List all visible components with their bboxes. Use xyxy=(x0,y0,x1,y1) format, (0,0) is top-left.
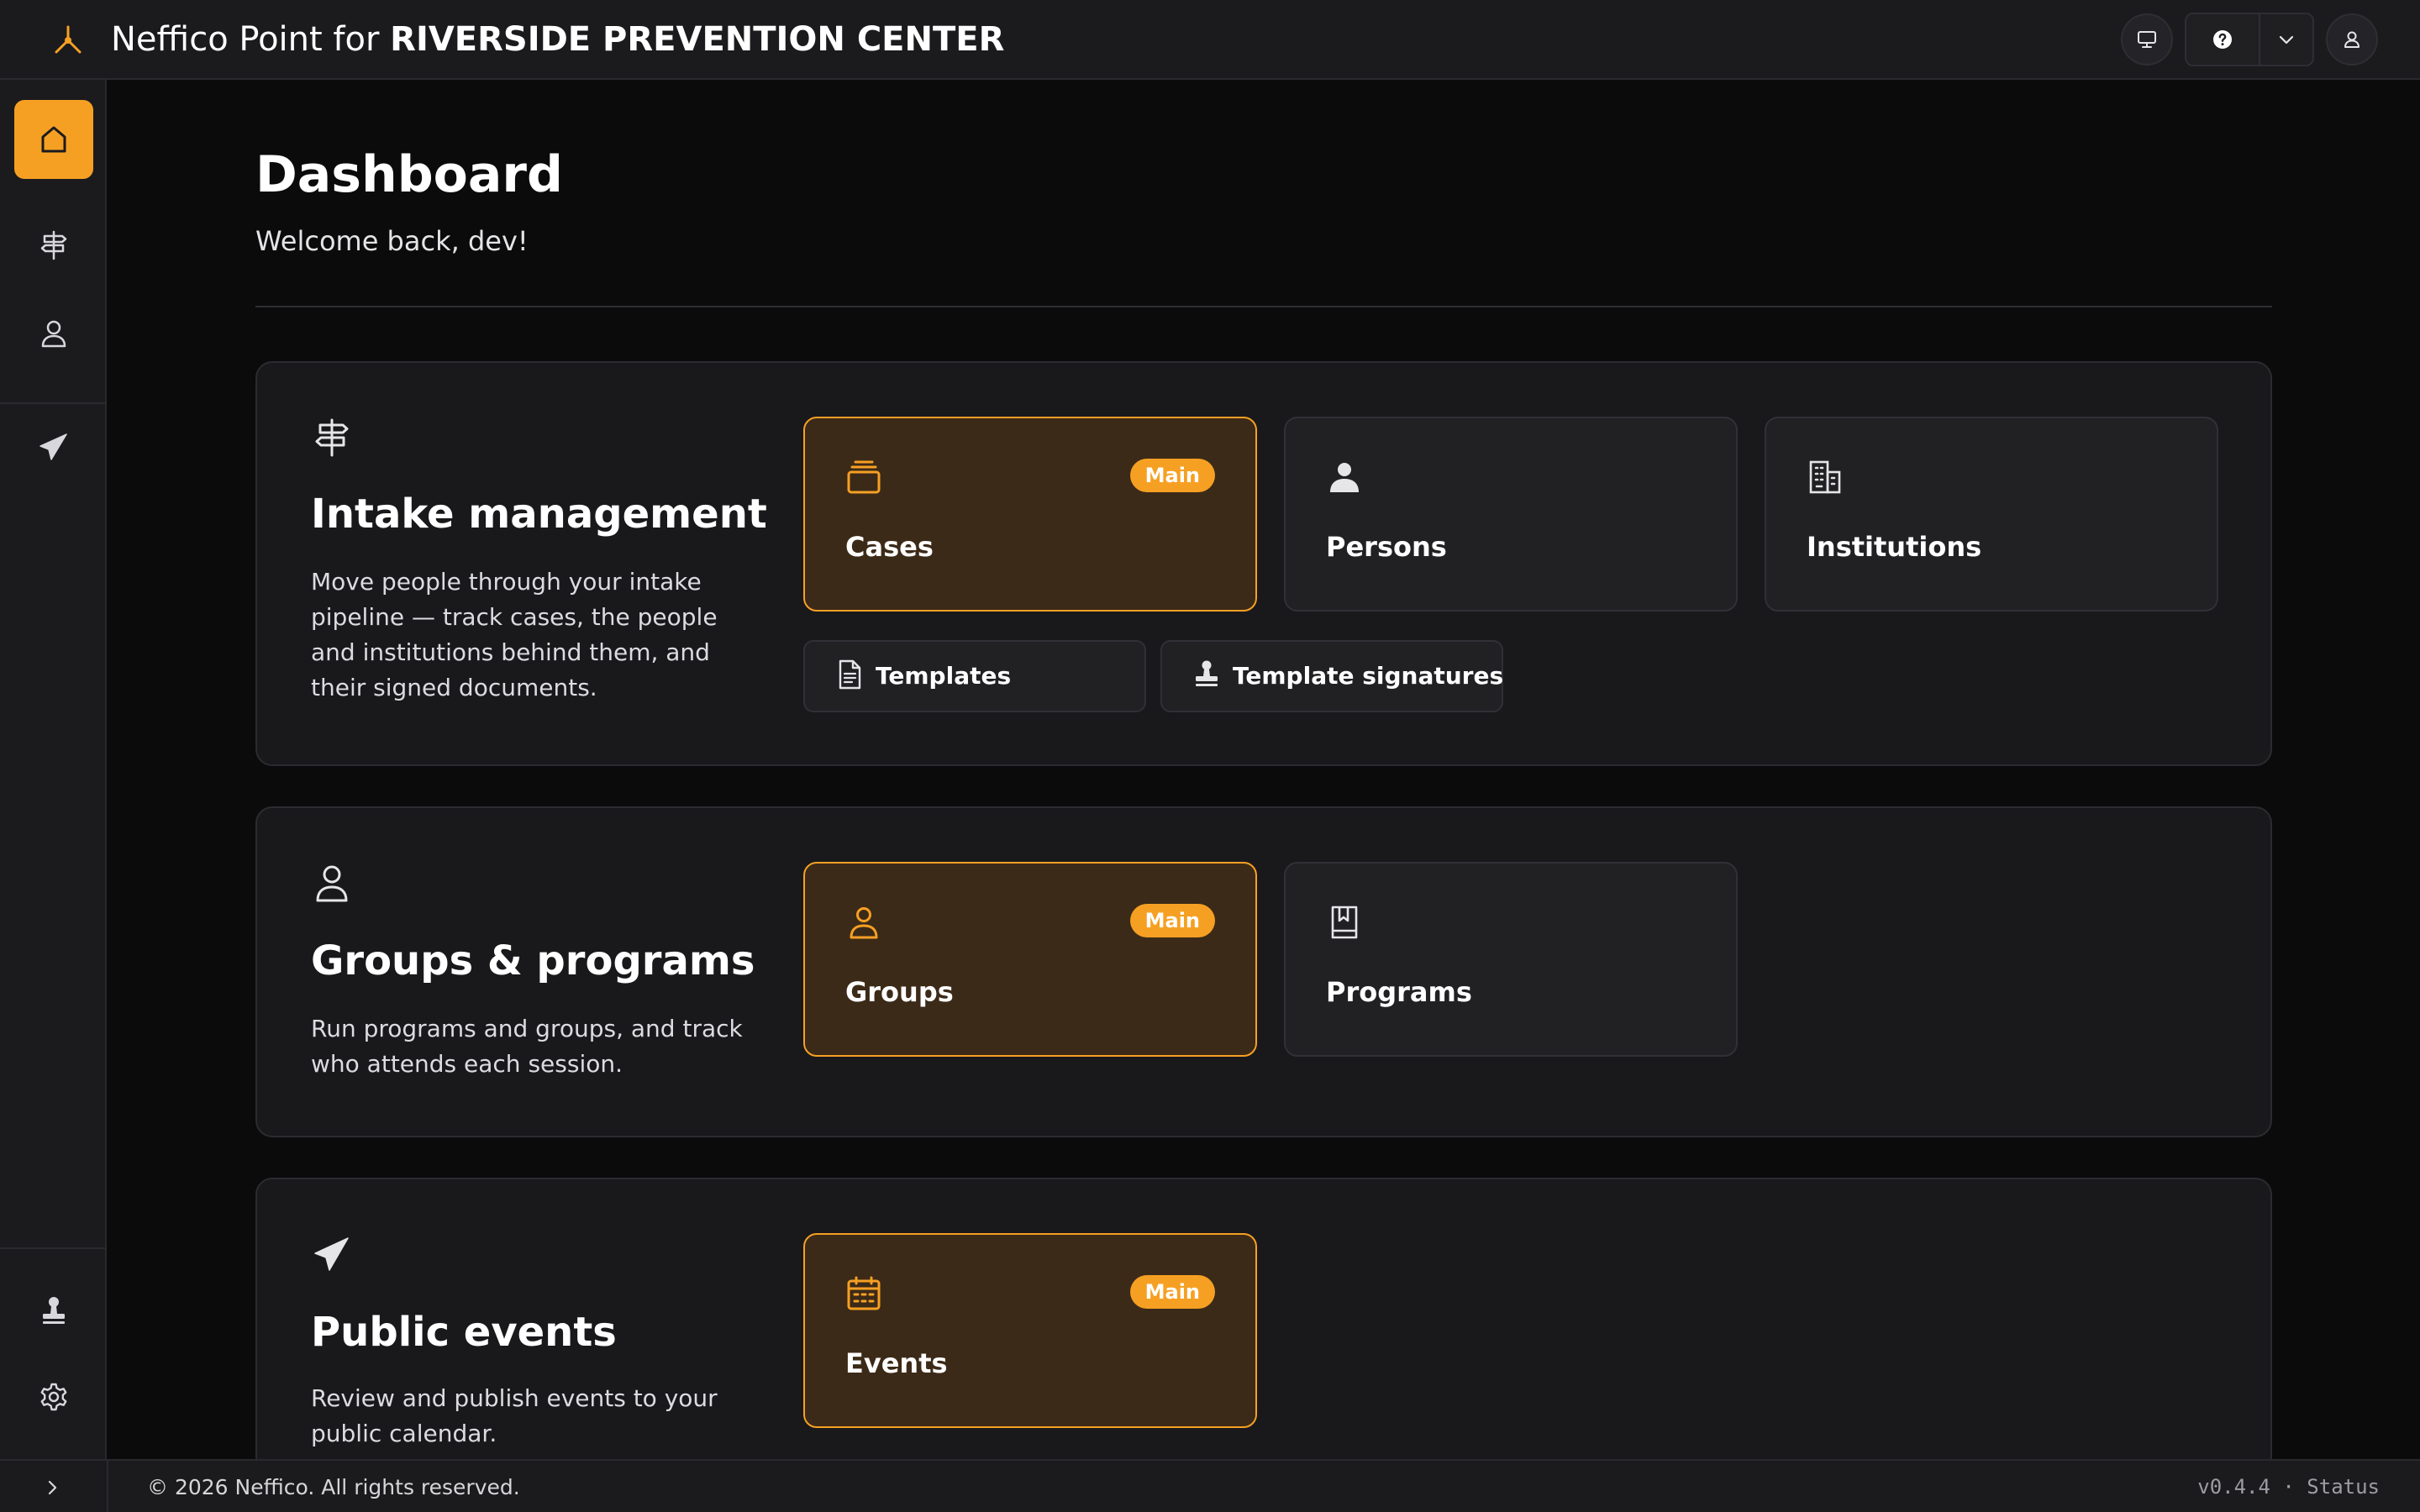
card-label: Persons xyxy=(1326,531,1447,563)
programs-card[interactable]: Programs xyxy=(1284,862,1738,1057)
card-label: Cases xyxy=(845,531,934,563)
organization-name: RIVERSIDE PREVENTION CENTER xyxy=(390,20,1005,59)
user-icon xyxy=(850,907,878,939)
expand-sidebar-button[interactable] xyxy=(37,1474,67,1501)
section-title: Public events xyxy=(311,1309,617,1356)
layers-icon xyxy=(847,460,881,494)
sidebar-item-signatures[interactable] xyxy=(14,1271,93,1350)
events-card[interactable]: Main Events xyxy=(803,1233,1257,1428)
help-circle-icon xyxy=(2213,30,2232,49)
sidebar-divider xyxy=(0,402,107,404)
copyright-text: © 2026 Neffico. All rights reserved. xyxy=(147,1475,520,1499)
tripod-logo-icon[interactable] xyxy=(50,22,86,57)
sidebar-item-intake[interactable] xyxy=(14,206,93,285)
card-label: Institutions xyxy=(1807,531,1982,563)
sidebar-item-home[interactable] xyxy=(14,100,93,179)
footer-divider xyxy=(107,1461,108,1512)
page-title: Dashboard xyxy=(255,145,563,204)
main-badge: Main xyxy=(1129,904,1215,937)
header-divider xyxy=(255,306,2272,307)
section-title: Groups & programs xyxy=(311,937,755,984)
building-icon xyxy=(1809,460,1841,494)
section-title: Intake management xyxy=(311,491,767,538)
user-icon xyxy=(2344,31,2360,48)
footer: © 2026 Neffico. All rights reserved. v0.… xyxy=(0,1459,2420,1512)
chevron-right-icon xyxy=(48,1480,57,1495)
sidebar-item-groups[interactable] xyxy=(14,294,93,373)
app-name: Neffico Point for xyxy=(111,20,391,59)
card-label: Groups xyxy=(845,976,954,1008)
help-dropdown-button[interactable] xyxy=(2260,14,2312,65)
stamp-icon xyxy=(43,1297,65,1324)
card-label: Events xyxy=(845,1347,948,1379)
sidebar-divider xyxy=(0,1247,107,1249)
sidebar xyxy=(0,80,107,1459)
section-description: Run programs and groups, and track who a… xyxy=(311,1015,743,1078)
document-icon xyxy=(839,659,861,690)
main-badge: Main xyxy=(1129,459,1215,492)
send-icon xyxy=(314,1237,349,1271)
link-label: Template signatures xyxy=(1233,662,1504,690)
user-icon xyxy=(41,320,66,348)
chevron-down-icon xyxy=(2279,35,2294,45)
sidebar-item-settings[interactable] xyxy=(14,1358,93,1437)
calendar-icon xyxy=(847,1276,881,1310)
top-bar: Neffico Point for RIVERSIDE PREVENTION C… xyxy=(0,0,2420,80)
groups-card[interactable]: Main Groups xyxy=(803,862,1257,1057)
persons-card[interactable]: Persons xyxy=(1284,417,1738,612)
card-label: Programs xyxy=(1326,976,1472,1008)
display-button[interactable] xyxy=(2121,13,2173,66)
welcome-message: Welcome back, dev! xyxy=(255,225,529,257)
link-label: Templates xyxy=(876,662,1012,690)
section-description: Review and publish events to your public… xyxy=(311,1384,718,1447)
stamp-icon xyxy=(1196,660,1218,686)
section-groups-programs: Groups & programs Run programs and group… xyxy=(255,806,2272,1137)
section-intake-management: Intake management Move people through yo… xyxy=(255,361,2272,766)
user-icon xyxy=(316,865,348,902)
templates-link[interactable]: Templates xyxy=(803,640,1146,712)
monitor-icon xyxy=(2138,31,2156,48)
gear-icon xyxy=(40,1383,67,1411)
send-icon xyxy=(39,433,67,460)
book-icon xyxy=(1331,906,1358,939)
home-icon xyxy=(41,126,66,153)
version-status-link[interactable]: v0.4.4 · Status xyxy=(2197,1475,2380,1499)
template-signatures-link[interactable]: Template signatures xyxy=(1160,640,1503,712)
help-split-button xyxy=(2185,13,2314,66)
help-button[interactable] xyxy=(2186,14,2260,65)
user-menu-button[interactable] xyxy=(2326,13,2378,66)
signpost-icon xyxy=(40,230,67,260)
sidebar-item-events[interactable] xyxy=(14,407,93,486)
institutions-card[interactable]: Institutions xyxy=(1765,417,2218,612)
main-badge: Main xyxy=(1129,1275,1215,1309)
app-title: Neffico Point for RIVERSIDE PREVENTION C… xyxy=(111,18,1004,60)
person-icon xyxy=(1330,463,1359,492)
cases-card[interactable]: Main Cases xyxy=(803,417,1257,612)
signpost-icon xyxy=(315,418,349,457)
section-description: Move people through your intake pipeline… xyxy=(311,568,718,701)
header-actions xyxy=(2121,13,2378,66)
